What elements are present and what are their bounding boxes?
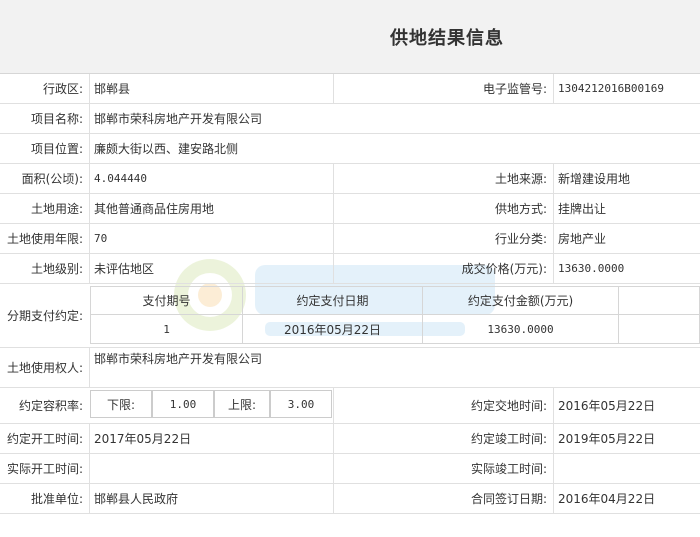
row-land-level: 土地级别: 未评估地区 成交价格(万元): 13630.0000 [0,253,700,284]
actual-finish-value [553,453,700,483]
contract-date-label: 合同签订日期: [333,483,553,513]
plot-ratio-low-value: 1.00 [152,390,214,418]
project-location-label: 项目位置: [30,141,83,156]
land-level-value: 未评估地区 [89,253,333,283]
land-user-label: 土地使用权人: [6,360,83,375]
approval-unit-label: 批准单位: [30,491,83,506]
supervision-number-label: 电子监管号: [333,74,553,103]
supervision-number-value: 1304212016B00169 [553,74,700,103]
row-project-name: 项目名称: 邯郸市荣科房地产开发有限公司 [0,103,700,134]
actual-start-label: 实际开工时间: [6,461,83,476]
area-value: 4.044440 [89,163,333,193]
plot-ratio-low-label: 下限: [90,390,152,418]
approval-unit-value: 邯郸县人民政府 [89,483,333,513]
installment-amount-header: 约定支付金额(万元) [423,287,619,315]
plot-ratio-high-value: 3.00 [270,390,332,418]
plot-ratio-label: 约定容积率: [18,398,83,413]
installment-period-header: 支付期号 [91,287,243,315]
installment-empty-header [619,287,699,315]
use-years-label: 土地使用年限: [6,231,83,246]
supply-method-label: 供地方式: [333,193,553,223]
row-actual-start: 实际开工时间: 实际竣工时间: [0,453,700,484]
land-level-label: 土地级别: [30,261,83,276]
row-use-years: 土地使用年限: 70 行业分类: 房地产业 [0,223,700,254]
row-plot-ratio: 约定容积率: 下限: 1.00 上限: 3.00 约定交地时间: 2016年05… [0,387,700,424]
use-years-value: 70 [89,223,333,253]
delivery-time-value: 2016年05月22日 [553,387,700,423]
plot-ratio-high-label: 上限: [214,390,270,418]
row-district: 行政区: 邯郸县 电子监管号: 1304212016B00169 [0,74,700,104]
land-source-value: 新增建设用地 [553,163,700,193]
row-land-use: 土地用途: 其他普通商品住房用地 供地方式: 挂牌出让 [0,193,700,224]
district-label: 行政区: [42,82,83,96]
planned-finish-label: 约定竣工时间: [333,423,553,453]
installments-label: 分期支付约定: [6,308,83,323]
installment-date-header: 约定支付日期 [243,287,423,315]
row-land-user: 土地使用权人: 邯郸市荣科房地产开发有限公司 [0,347,700,388]
actual-finish-label: 实际竣工时间: [333,453,553,483]
project-location-value: 廉颇大街以西、建安路北侧 [89,133,700,163]
planned-finish-value: 2019年05月22日 [553,423,700,453]
planned-start-label: 约定开工时间: [6,431,83,446]
row-planned-start: 约定开工时间: 2017年05月22日 约定竣工时间: 2019年05月22日 [0,423,700,454]
installments-table: 支付期号 约定支付日期 约定支付金额(万元) 1 2016年05月22日 136… [90,286,700,344]
area-label: 面积(公顷): [21,171,83,186]
row-area: 面积(公顷): 4.044440 土地来源: 新增建设用地 [0,163,700,194]
deal-price-label: 成交价格(万元): [333,253,553,283]
project-name-label: 项目名称: [30,111,83,126]
row-project-location: 项目位置: 廉颇大街以西、建安路北侧 [0,133,700,164]
industry-value: 房地产业 [553,223,700,253]
page-header: 供地结果信息 [0,0,700,74]
contract-date-value: 2016年04月22日 [553,483,700,513]
installment-amount-cell: 13630.0000 [423,315,619,343]
actual-start-value [89,453,333,483]
land-use-label: 土地用途: [30,201,83,216]
district-value: 邯郸县 [89,74,333,103]
deal-price-value: 13630.0000 [553,253,700,283]
industry-label: 行业分类: [333,223,553,253]
project-name-value: 邯郸市荣科房地产开发有限公司 [89,103,700,133]
row-installments: 分期支付约定: 支付期号 约定支付日期 约定支付金额(万元) 1 2016年05… [0,283,700,348]
supply-method-value: 挂牌出让 [553,193,700,223]
land-source-label: 土地来源: [333,163,553,193]
planned-start-value: 2017年05月22日 [89,423,333,453]
installment-period-cell: 1 [91,315,243,343]
land-user-value: 邯郸市荣科房地产开发有限公司 [89,347,700,387]
installment-date-cell: 2016年05月22日 [243,315,423,343]
delivery-time-label: 约定交地时间: [333,387,553,423]
row-approval: 批准单位: 邯郸县人民政府 合同签订日期: 2016年04月22日 [0,483,700,514]
page-title: 供地结果信息 [390,28,504,49]
land-use-value: 其他普通商品住房用地 [89,193,333,223]
